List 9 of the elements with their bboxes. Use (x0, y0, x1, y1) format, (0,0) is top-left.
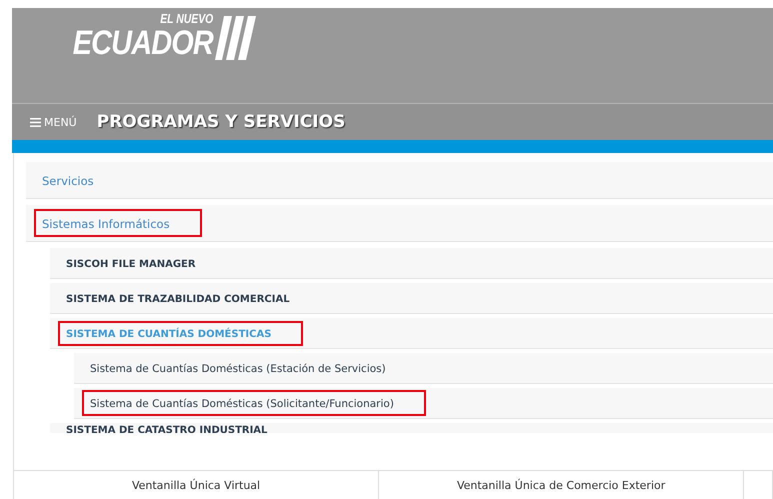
system-link[interactable]: SISCOH FILE MANAGER (58, 250, 228, 276)
menu-icon (30, 118, 41, 126)
section-link[interactable]: Servicios (34, 166, 126, 194)
page-title: PROGRAMAS Y SERVICIOS (96, 112, 346, 132)
footer-link[interactable]: Ventanilla Única de Comercio Exterior (456, 478, 666, 492)
section-link[interactable]: Sistemas Informáticos (34, 209, 202, 237)
subsystem-link[interactable]: Sistema de Cuantías Domésticas (Solicitante/Funcionario) (82, 390, 426, 416)
footer-link[interactable]: Ventanilla Única Virtual (132, 478, 260, 492)
logo: EL NUEVO ECUADOR (48, 12, 257, 60)
